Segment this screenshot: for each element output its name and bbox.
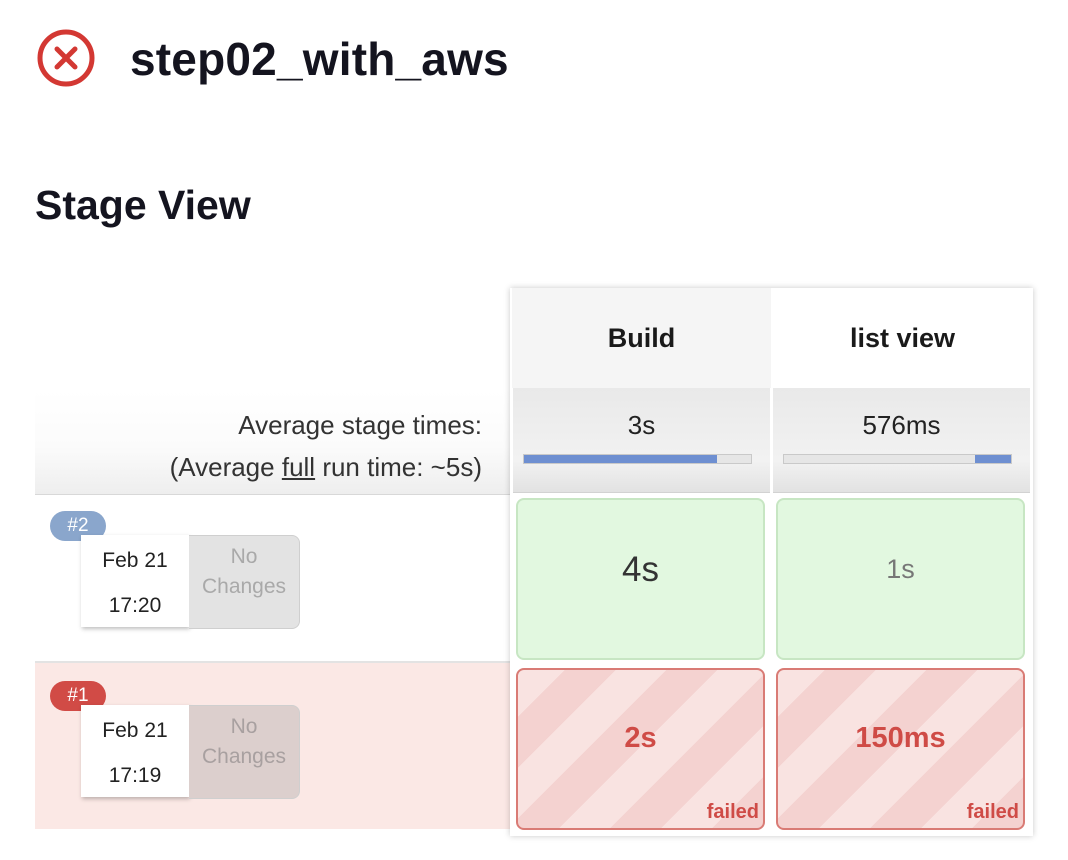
build-date-card: Feb 21 17:19 [81,705,189,797]
average-run-suffix: run time: ~5s) [315,452,482,482]
stage-average-time: 576ms [862,410,941,440]
stage-grid: Build list view 3s 576ms 4s 1s 2s failed… [510,288,1033,836]
stage-average-list-view: 576ms [773,388,1030,493]
average-full-run-time: (Average full run time: ~5s) [170,452,482,483]
stage-duration: 1s [886,554,915,584]
stage-header-build[interactable]: Build [512,288,771,388]
stage-average-time: 3s [627,410,656,440]
build-date: Feb 21 [102,549,168,572]
build-time: 17:19 [108,764,162,787]
stage-average-progress-fill [524,455,717,463]
changes-card[interactable]: No Changes [189,535,300,629]
stage-average-progress-track [783,454,1012,464]
stage-cell-list-view-2[interactable]: 1s [776,498,1025,660]
build-row-1: #1 Feb 21 17:19 No Changes [35,663,510,829]
failed-circle-x-icon [37,29,95,87]
changes-label-line2: Changes [201,575,287,598]
stage-cell-build-2[interactable]: 4s [516,498,765,660]
stage-average-progress-track [523,454,752,464]
changes-label-line1: No [230,715,258,738]
build-row-2: #2 Feb 21 17:20 No Changes [35,495,510,663]
stage-duration: 4s [622,550,659,589]
job-title: step02_with_aws [130,33,509,85]
stage-average-progress-fill [975,455,1011,463]
stage-duration: 150ms [855,722,946,754]
stage-average-build: 3s [513,388,770,493]
stage-header-list-view[interactable]: list view [773,288,1032,388]
average-stage-times-label: Average stage times: [238,410,482,440]
section-title: Stage View [35,182,251,228]
changes-card[interactable]: No Changes [189,705,300,799]
stage-cell-list-view-1[interactable]: 150ms failed [776,668,1025,830]
full-run-link[interactable]: full [282,452,315,482]
average-run-prefix: (Average [169,452,282,482]
stage-failed-label: failed [706,801,759,823]
stage-failed-label: failed [966,801,1019,823]
stage-duration: 2s [624,722,657,754]
average-stage-times-header: Average stage times: (Average full run t… [35,390,510,495]
changes-label-line1: No [230,545,258,568]
build-time: 17:20 [108,594,162,617]
page: step02_with_aws Stage View Average stage… [0,0,1068,860]
build-date-card: Feb 21 17:20 [81,535,189,627]
build-date: Feb 21 [102,719,168,742]
stage-cell-build-1[interactable]: 2s failed [516,668,765,830]
changes-label-line2: Changes [201,745,287,768]
